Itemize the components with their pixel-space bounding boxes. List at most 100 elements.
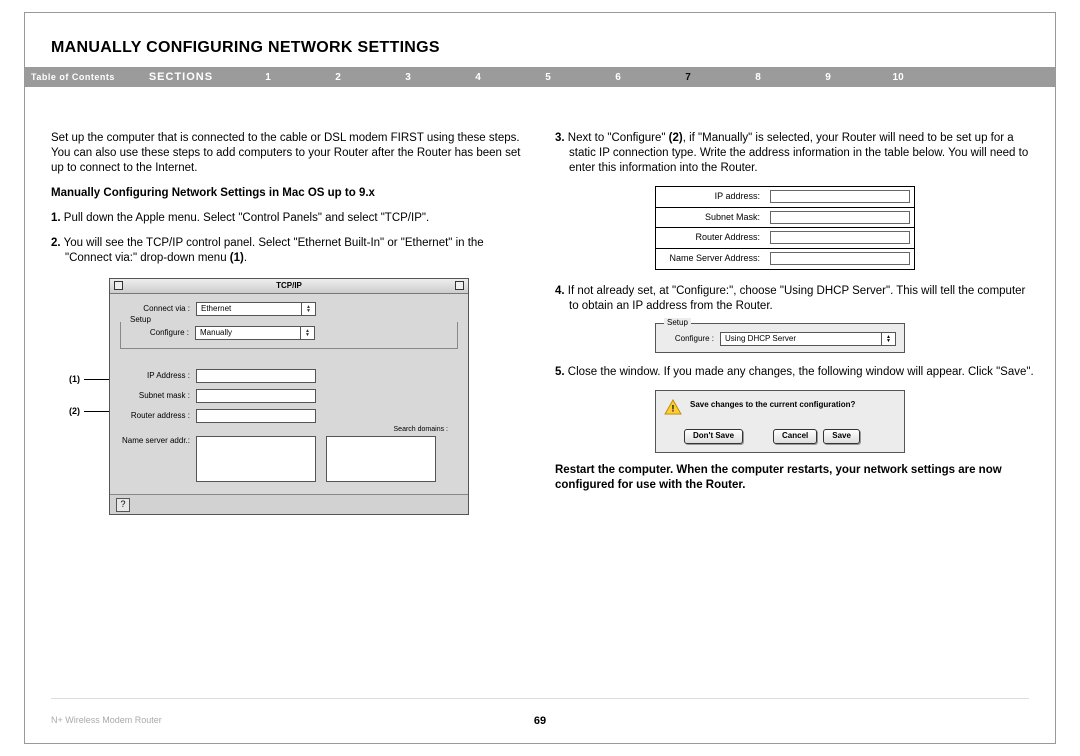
ip-label: IP Address :	[120, 371, 196, 381]
ip-row: IP Address :	[120, 369, 458, 383]
ns-row: Name server addr.:	[120, 436, 458, 482]
step-3-num: 3.	[555, 132, 565, 144]
ns-label: Name server addr.:	[120, 436, 196, 446]
dropdown-arrows-icon: ▲▼	[300, 327, 314, 339]
addr-row-subnet: Subnet Mask:	[656, 208, 914, 229]
page-title: MANUALLY CONFIGURING NETWORK SETTINGS	[25, 13, 1055, 67]
connect-via-label: Connect via :	[120, 304, 196, 314]
router-label: Router address :	[120, 411, 196, 421]
section-4[interactable]: 4	[443, 72, 513, 83]
section-2[interactable]: 2	[303, 72, 373, 83]
dropdown-arrows-icon: ▲▼	[881, 333, 895, 345]
help-icon-glyph: ?	[120, 499, 125, 511]
step-4-text: If not already set, at "Configure:", cho…	[565, 285, 1026, 312]
svg-text:!: !	[672, 404, 675, 414]
subnet-input[interactable]	[196, 389, 316, 403]
step-4: 4. If not already set, at "Configure:", …	[555, 284, 1035, 314]
addr-ip-field[interactable]	[770, 190, 910, 203]
section-5[interactable]: 5	[513, 72, 583, 83]
tcpip-body: Connect via : Ethernet ▲▼ Setup Configur…	[110, 294, 468, 494]
help-icon[interactable]: ?	[116, 498, 130, 512]
toc-link[interactable]: Table of Contents	[31, 72, 129, 82]
router-input[interactable]	[196, 409, 316, 423]
subnet-row: Subnet mask :	[120, 389, 458, 403]
save-buttons: Don't Save Cancel Save	[664, 429, 896, 443]
footer-separator	[51, 698, 1029, 699]
left-column: Set up the computer that is connected to…	[51, 131, 531, 515]
step-3a: Next to "Configure"	[565, 132, 669, 144]
addr-row-ns: Name Server Address:	[656, 249, 914, 269]
save-dialog: ! Save changes to the current configurat…	[655, 390, 905, 452]
product-name: N+ Wireless Modem Router	[51, 715, 162, 725]
dhcp-label: Configure :	[664, 334, 720, 344]
step-5: 5. Close the window. If you made any cha…	[555, 365, 1035, 380]
ip-input[interactable]	[196, 369, 316, 383]
setup-legend: Setup	[127, 315, 154, 325]
connect-via-dropdown[interactable]: Ethernet ▲▼	[196, 302, 316, 316]
intro-text: Set up the computer that is connected to…	[51, 131, 531, 176]
router-row: Router address :	[120, 409, 458, 423]
mac-os-subhead: Manually Configuring Network Settings in…	[51, 186, 531, 201]
subnet-label: Subnet mask :	[120, 391, 196, 401]
close-icon[interactable]	[114, 281, 123, 290]
addr-ip-label: IP address:	[656, 187, 766, 207]
search-domains-input[interactable]	[326, 436, 436, 482]
ns-input[interactable]	[196, 436, 316, 482]
address-table: IP address: Subnet Mask: Router Address:…	[655, 186, 915, 270]
connect-via-value: Ethernet	[201, 304, 231, 314]
search-domains-label: Search domains :	[394, 425, 448, 434]
page-container: MANUALLY CONFIGURING NETWORK SETTINGS Ta…	[24, 12, 1056, 744]
step-3: 3. Next to "Configure" (2), if "Manually…	[555, 131, 1035, 176]
zoom-icon[interactable]	[455, 281, 464, 290]
configure-dropdown[interactable]: Manually ▲▼	[195, 326, 315, 340]
dont-save-button[interactable]: Don't Save	[684, 429, 743, 443]
addr-router-field[interactable]	[770, 231, 910, 244]
addr-subnet-label: Subnet Mask:	[656, 208, 766, 228]
section-8[interactable]: 8	[723, 72, 793, 83]
section-10[interactable]: 10	[863, 72, 933, 83]
step-2-text: You will see the TCP/IP control panel. S…	[61, 237, 484, 264]
section-7[interactable]: 7	[653, 72, 723, 83]
content-columns: Set up the computer that is connected to…	[25, 87, 1055, 515]
warning-icon: !	[664, 399, 682, 415]
connect-via-row: Connect via : Ethernet ▲▼	[120, 302, 458, 316]
configure-value: Manually	[200, 328, 232, 338]
tcpip-footer: ?	[110, 494, 468, 514]
tcpip-figure: (1) (2) TCP/IP Connect via : Ethern	[69, 278, 531, 515]
step-3-ref: (2)	[669, 132, 683, 144]
section-6[interactable]: 6	[583, 72, 653, 83]
cancel-button[interactable]: Cancel	[773, 429, 817, 443]
step-4-num: 4.	[555, 285, 565, 297]
addr-ns-field[interactable]	[770, 252, 910, 265]
restart-text: Restart the computer. When the computer …	[555, 463, 1035, 493]
section-1[interactable]: 1	[233, 72, 303, 83]
tcpip-titlebar: TCP/IP	[110, 279, 468, 294]
save-msg: Save changes to the current configuratio…	[690, 399, 855, 410]
addr-subnet-field[interactable]	[770, 211, 910, 224]
save-button[interactable]: Save	[823, 429, 860, 443]
step-2-num: 2.	[51, 237, 61, 249]
section-3[interactable]: 3	[373, 72, 443, 83]
section-9[interactable]: 9	[793, 72, 863, 83]
save-dialog-top: ! Save changes to the current configurat…	[664, 399, 896, 415]
setup-frame: Setup Configure : Manually ▲▼	[120, 322, 458, 349]
dhcp-dropdown[interactable]: Using DHCP Server ▲▼	[720, 332, 896, 346]
step-2-end: .	[244, 252, 247, 264]
section-navbar: Table of Contents SECTIONS 1 2 3 4 5 6 7…	[25, 67, 1055, 87]
page-number: 69	[534, 715, 546, 727]
configure-label: Configure :	[127, 328, 195, 338]
step-1-text: Pull down the Apple menu. Select "Contro…	[61, 212, 430, 224]
addr-row-router: Router Address:	[656, 228, 914, 249]
callout-2: (2)	[69, 406, 80, 418]
addr-row-ip: IP address:	[656, 187, 914, 208]
page-footer: N+ Wireless Modem Router 69	[51, 715, 1029, 725]
tcpip-title-text: TCP/IP	[276, 281, 302, 290]
dhcp-value: Using DHCP Server	[725, 334, 796, 344]
callout-1: (1)	[69, 374, 80, 386]
step-1-num: 1.	[51, 212, 61, 224]
right-column: 3. Next to "Configure" (2), if "Manually…	[555, 131, 1035, 515]
step-2: 2. You will see the TCP/IP control panel…	[51, 236, 531, 266]
addr-ns-label: Name Server Address:	[656, 249, 766, 269]
dropdown-arrows-icon: ▲▼	[301, 303, 315, 315]
dhcp-legend: Setup	[664, 318, 691, 328]
